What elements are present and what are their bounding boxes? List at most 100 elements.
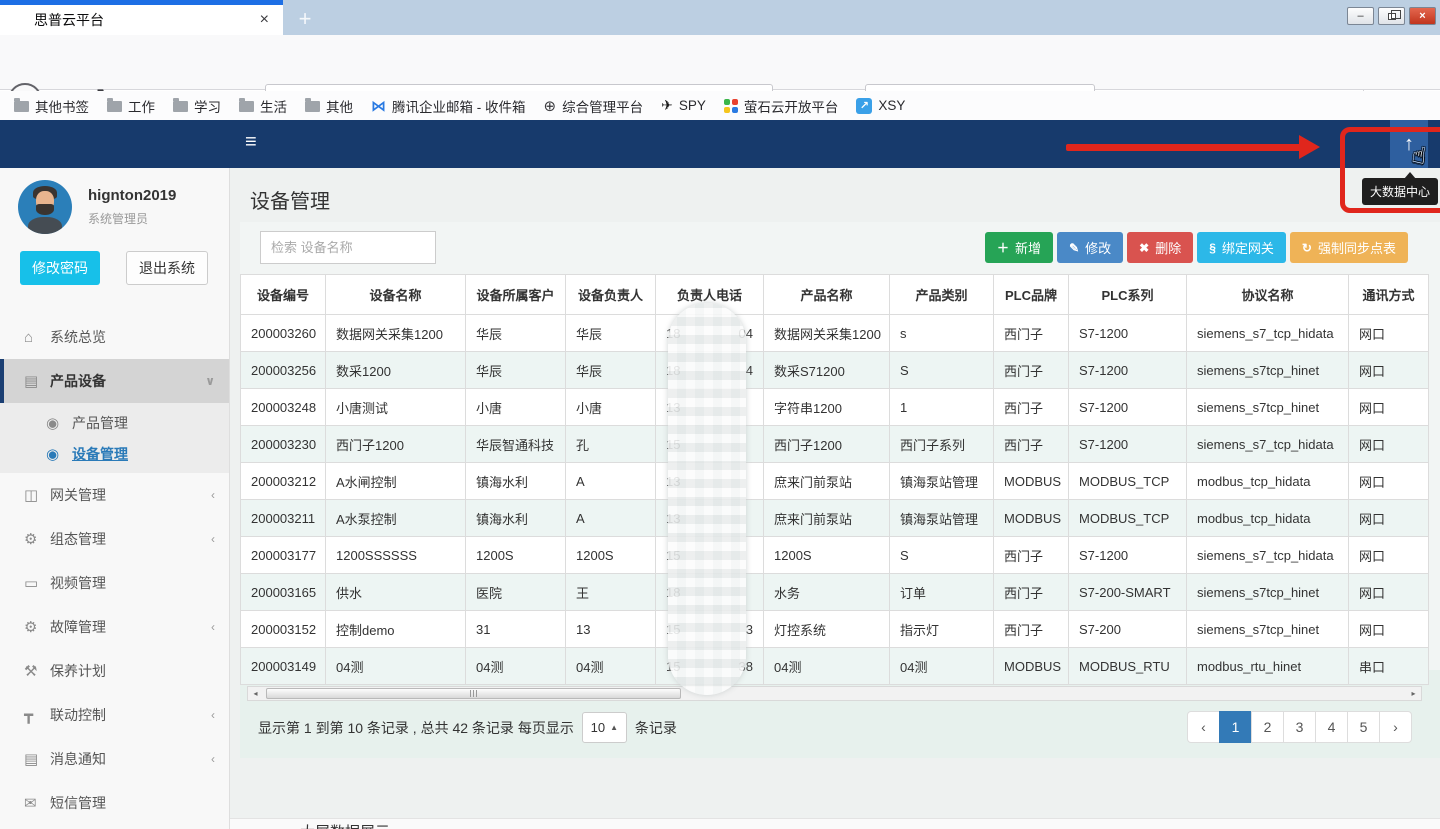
home-icon: ⌂	[24, 329, 50, 346]
table-cell: A	[566, 500, 656, 537]
column-header[interactable]: 设备编号	[241, 275, 326, 315]
column-header[interactable]: 产品类别	[890, 275, 994, 315]
sidebar-item-message-notice[interactable]: ▤消息通知‹	[0, 737, 229, 781]
sidebar-item-sms-manage[interactable]: ✉短信管理	[0, 781, 229, 825]
horizontal-scrollbar[interactable]: ◂ ▸	[247, 686, 1422, 701]
table-row[interactable]: 200003165供水医院王18水务订单西门子S7-200-SMARTsieme…	[241, 574, 1429, 611]
table-row[interactable]: 2000031771200SSSSSS1200S1200S151200SS西门子…	[241, 537, 1429, 574]
table-row[interactable]: 200003152控制demo3113153灯控系统指示灯西门子S7-200si…	[241, 611, 1429, 648]
sidebar-item-device-manage[interactable]: ◉设备管理	[0, 438, 229, 469]
bookmark-label: 生活	[260, 96, 287, 116]
pager-page-3[interactable]: 3	[1283, 711, 1316, 743]
table-cell: MODBUS	[994, 500, 1069, 537]
scroll-right-icon[interactable]: ▸	[1406, 687, 1421, 700]
bind-gateway-button[interactable]: §绑定网关	[1197, 232, 1286, 263]
table-row[interactable]: 200003256数采1200华辰华辰184数采S71200S西门子S7-120…	[241, 352, 1429, 389]
sidebar-item-linkage-control[interactable]: ┳联动控制‹	[0, 693, 229, 737]
pager-prev[interactable]: ‹	[1187, 711, 1220, 743]
bookmark-ezviz-open-platform[interactable]: 萤石云开放平台	[724, 96, 839, 116]
change-password-button[interactable]: 修改密码	[20, 251, 100, 285]
add-button[interactable]: ＋新增	[985, 232, 1053, 263]
new-tab-button[interactable]: +	[288, 4, 322, 34]
bookmark-tencent-mail[interactable]: ⋈腾讯企业邮箱 - 收件箱	[371, 96, 526, 116]
bookmark-label: 萤石云开放平台	[744, 96, 839, 116]
pager-page-2[interactable]: 2	[1251, 711, 1284, 743]
table-row[interactable]: 200003212A水闸控制镇海水利A13庶来门前泵站镇海泵站管理MODBUSM…	[241, 463, 1429, 500]
table-row[interactable]: 20000314904测04测04测153804测04测MODBUSMODBUS…	[241, 648, 1429, 685]
sidebar-item-fault-manage[interactable]: ⚙故障管理‹	[0, 605, 229, 649]
device-search-input[interactable]	[260, 231, 436, 264]
table-cell: 控制demo	[326, 611, 466, 648]
tab-close-icon[interactable]: ×	[256, 11, 273, 29]
bookmark-admin-platform[interactable]: ⊕综合管理平台	[544, 96, 644, 116]
delete-button[interactable]: ✖删除	[1127, 232, 1193, 263]
column-header[interactable]: 协议名称	[1187, 275, 1349, 315]
column-header[interactable]: 产品名称	[764, 275, 890, 315]
sidebar-item-config-manage[interactable]: ⚙组态管理‹	[0, 517, 229, 561]
pager-page-4[interactable]: 4	[1315, 711, 1348, 743]
column-header[interactable]: 设备负责人	[566, 275, 656, 315]
sidebar-item-system-overview[interactable]: ⌂系统总览	[0, 315, 229, 359]
bookmark-spy[interactable]: ✈SPY	[661, 97, 706, 114]
column-header[interactable]: PLC品牌	[994, 275, 1069, 315]
scroll-left-icon[interactable]: ◂	[248, 687, 263, 700]
table-cell: 华辰智通科技	[466, 426, 566, 463]
table-cell: 西门子1200	[326, 426, 466, 463]
page-size-select[interactable]: 10 ▲	[582, 712, 627, 743]
sidebar-item-product-manage[interactable]: ◉产品管理	[0, 407, 229, 438]
pager-next[interactable]: ›	[1379, 711, 1412, 743]
sidebar-item-product-device[interactable]: ▤产品设备∨	[0, 359, 229, 403]
force-sync-points-button[interactable]: ↻强制同步点表	[1290, 232, 1408, 263]
table-cell: 西门子	[994, 315, 1069, 352]
table-cell: S7-200-SMART	[1069, 574, 1187, 611]
bookmark-label: 腾讯企业邮箱 - 收件箱	[392, 96, 526, 116]
table-row[interactable]: 200003248小唐测试小唐小唐13字符串12001西门子S7-1200sie…	[241, 389, 1429, 426]
column-header[interactable]: 设备所属客户	[466, 275, 566, 315]
pager-page-1[interactable]: 1	[1219, 711, 1252, 743]
bookmark-other[interactable]: 其他	[305, 96, 353, 116]
sidebar-item-video-manage[interactable]: ▭视频管理	[0, 561, 229, 605]
sidebar-item-gateway-manage[interactable]: ◫网关管理‹	[0, 473, 229, 517]
restore-button[interactable]	[1378, 7, 1405, 25]
annotation-highlight-box	[1340, 127, 1440, 213]
table-cell: 小唐	[566, 389, 656, 426]
dot-icon: ◉	[46, 445, 72, 463]
sidebar-item-partial[interactable]: ◫	[0, 825, 229, 829]
sidebar-item-label: 联动控制	[50, 705, 211, 725]
phone-suffix: 3	[746, 622, 753, 637]
edit-button[interactable]: ✎修改	[1057, 232, 1123, 263]
bookmark-study[interactable]: 学习	[173, 96, 221, 116]
sidebar-toggle-icon[interactable]: ≡	[245, 131, 257, 154]
sidebar-item-maintenance-plan[interactable]: ⚒保养计划	[0, 649, 229, 693]
column-header[interactable]: PLC系列	[1069, 275, 1187, 315]
gears-icon: ⚙	[24, 530, 50, 548]
logout-button[interactable]: 退出系统	[126, 251, 208, 285]
table-row[interactable]: 200003211A水泵控制镇海水利A13庶来门前泵站镇海泵站管理MODBUSM…	[241, 500, 1429, 537]
table-cell: 网口	[1349, 389, 1429, 426]
table-cell: MODBUS	[994, 648, 1069, 685]
bookmark-work[interactable]: 工作	[107, 96, 155, 116]
scrollbar-thumb[interactable]	[266, 688, 681, 699]
bookmark-label: 其他	[326, 96, 353, 116]
table-row[interactable]: 200003260数据网关采集1200华辰华辰1804数据网关采集1200s西门…	[241, 315, 1429, 352]
table-row[interactable]: 200003230西门子1200华辰智通科技孔15西门子1200西门子系列西门子…	[241, 426, 1429, 463]
table-cell: 华辰	[566, 352, 656, 389]
column-header[interactable]: 通讯方式	[1349, 275, 1429, 315]
bookmark-xsy[interactable]: ↗XSY	[856, 98, 905, 114]
browser-tab[interactable]: 思普云平台 ×	[0, 0, 283, 35]
close-button[interactable]: ×	[1409, 7, 1436, 25]
bookmark-other-bookmarks[interactable]: 其他书签	[14, 96, 89, 116]
table-cell: 13	[566, 611, 656, 648]
pager-page-5[interactable]: 5	[1347, 711, 1380, 743]
table-cell: 网口	[1349, 463, 1429, 500]
table-cell: 网口	[1349, 315, 1429, 352]
column-header[interactable]: 设备名称	[326, 275, 466, 315]
sidebar-item-label: 产品设备	[50, 371, 205, 391]
bookmark-label: SPY	[679, 98, 706, 113]
table-cell: 医院	[466, 574, 566, 611]
bookmark-life[interactable]: 生活	[239, 96, 287, 116]
wrench-icon: ⚒	[24, 662, 50, 680]
table-cell: 网口	[1349, 352, 1429, 389]
table-cell: 网口	[1349, 537, 1429, 574]
minimize-button[interactable]: –	[1347, 7, 1374, 25]
